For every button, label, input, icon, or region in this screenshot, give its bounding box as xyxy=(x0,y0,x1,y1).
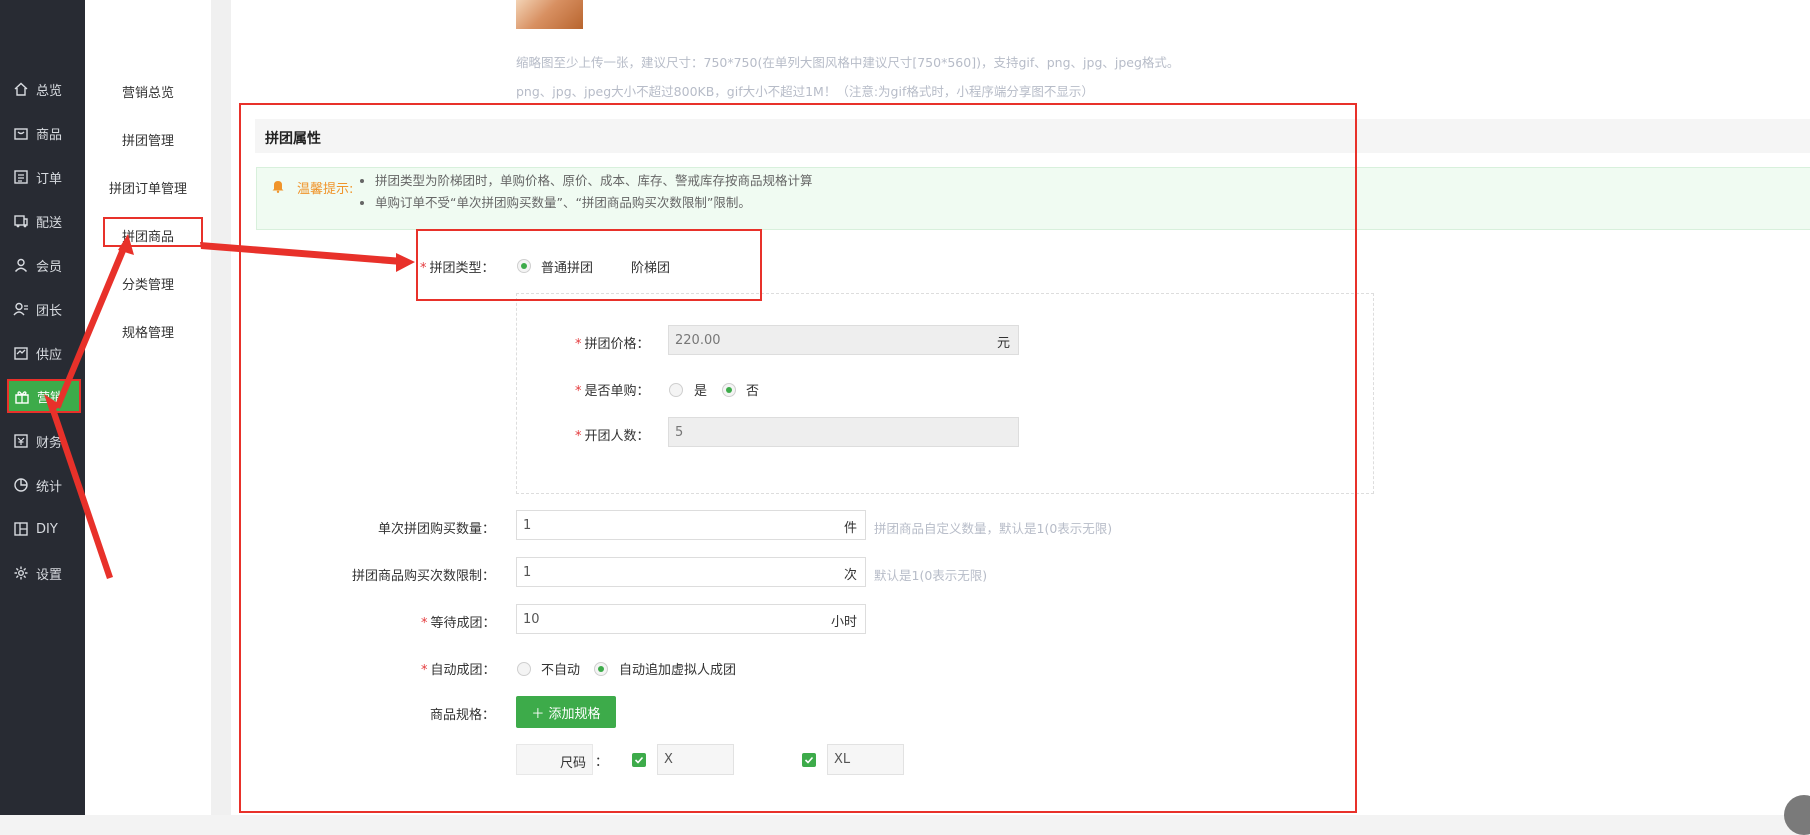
radio-tiered-group-label[interactable]: 阶梯团 xyxy=(631,257,670,276)
group-type-label: * 拼团类型： xyxy=(420,261,495,276)
radio-normal-group[interactable] xyxy=(517,259,531,273)
nav-item-label: 总览 xyxy=(36,83,63,99)
home-icon xyxy=(13,81,29,97)
gift-icon xyxy=(14,389,30,405)
image-hint-line1: 缩略图至少上传一张，建议尺寸：750*750(在单列大图风格中建议尺寸[750*… xyxy=(516,55,1180,70)
image-hint-line2: png、jpg、jpeg大小不超过800KB，gif大小不超过1M！（注意:为g… xyxy=(516,84,1094,99)
section-header: 拼团属性 xyxy=(255,119,1810,153)
purchase-limit-label: 拼团商品购买次数限制： xyxy=(352,569,496,584)
per-order-qty-label: 单次拼团购买数量： xyxy=(378,522,496,537)
auto-group-label: * 自动成团： xyxy=(421,663,496,678)
nav-item-overview[interactable]: 总览 xyxy=(0,73,85,105)
radio-single-buy-yes[interactable] xyxy=(669,383,683,397)
main-nav: 总览 商品 订单 配送 会员 团长 供应 营销 财务 统计 DIY 设置 xyxy=(0,0,85,815)
submenu-item-specs[interactable]: 规格管理 xyxy=(85,322,211,341)
purchase-limit-input[interactable]: 1 次 xyxy=(516,557,866,587)
nav-item-label: 营销 xyxy=(37,391,64,406)
menu-divider xyxy=(211,0,231,815)
radio-auto-group-virtual-label[interactable]: 自动追加虚拟人成团 xyxy=(619,659,736,678)
nav-item-label: 订单 xyxy=(36,171,63,187)
nav-item-label: 会员 xyxy=(36,259,63,275)
nav-item-delivery[interactable]: 配送 xyxy=(0,205,85,237)
gear-icon xyxy=(13,565,29,581)
nav-item-diy[interactable]: DIY xyxy=(0,513,85,545)
group-price-input[interactable]: 220.00 元 xyxy=(668,325,1019,355)
submenu-item-overview[interactable]: 营销总览 xyxy=(85,82,211,101)
finance-icon xyxy=(13,433,29,449)
notice-box: 温馨提示: 拼团类型为阶梯团时，单购价格、原价、成本、库存、警戒库存按商品规格计… xyxy=(256,167,1810,230)
notice-item: 单购订单不受“单次拼团购买数量”、“拼团商品购买次数限制”限制。 xyxy=(375,192,813,214)
submenu-item-group-orders[interactable]: 拼团订单管理 xyxy=(85,178,211,197)
radio-auto-group-virtual[interactable] xyxy=(594,662,608,676)
radio-auto-group-no-label[interactable]: 不自动 xyxy=(541,659,580,678)
member-icon xyxy=(13,257,29,273)
nav-item-label: 统计 xyxy=(36,479,63,495)
single-buy-label: * 是否单购： xyxy=(575,384,650,399)
order-icon xyxy=(13,169,29,185)
group-price-label: * 拼团价格： xyxy=(575,337,650,352)
supply-icon xyxy=(13,345,29,361)
nav-item-label: 团长 xyxy=(36,303,63,319)
radio-auto-group-no[interactable] xyxy=(517,662,531,676)
notice-list: 拼团类型为阶梯团时，单购价格、原价、成本、库存、警戒库存按商品规格计算 单购订单… xyxy=(355,170,813,214)
delivery-icon xyxy=(13,213,29,229)
group-size-label: * 开团人数： xyxy=(575,429,650,444)
radio-single-buy-no-label[interactable]: 否 xyxy=(746,380,759,399)
nav-item-label: 商品 xyxy=(36,127,63,143)
wait-time-input[interactable]: 10 小时 xyxy=(516,604,866,634)
nav-item-label: 供应 xyxy=(36,347,63,363)
scroll-to-top-button[interactable] xyxy=(1784,795,1810,835)
specs-label: 商品规格： xyxy=(430,708,496,723)
nav-item-settings[interactable]: 设置 xyxy=(0,557,85,589)
nav-item-members[interactable]: 会员 xyxy=(0,249,85,281)
spec-value-checkbox-xl[interactable] xyxy=(802,753,816,767)
group-size-input[interactable]: 5 xyxy=(668,417,1019,447)
nav-item-supply[interactable]: 供应 xyxy=(0,337,85,369)
submenu: 营销总览 拼团管理 拼团订单管理 拼团商品 分类管理 规格管理 xyxy=(85,0,211,815)
per-order-qty-hint: 拼团商品自定义数量，默认是1(0表示无限) xyxy=(874,521,1113,536)
spec-value-x[interactable]: X xyxy=(657,744,734,775)
submenu-item-category[interactable]: 分类管理 xyxy=(85,274,211,293)
nav-item-orders[interactable]: 订单 xyxy=(0,161,85,193)
nav-item-marketing[interactable]: 营销 xyxy=(8,381,81,412)
spec-name-field[interactable]: 尺码 xyxy=(516,744,593,775)
section-title: 拼团属性 xyxy=(265,131,321,147)
per-order-qty-input[interactable]: 1 件 xyxy=(516,510,866,540)
product-thumbnail[interactable] xyxy=(516,0,583,29)
spec-value-checkbox-x[interactable] xyxy=(632,753,646,767)
wait-time-label: * 等待成团： xyxy=(421,616,496,631)
nav-item-leaders[interactable]: 团长 xyxy=(0,293,85,325)
radio-single-buy-yes-label[interactable]: 是 xyxy=(694,380,707,399)
nav-item-label: 设置 xyxy=(36,567,63,583)
nav-item-label: 财务 xyxy=(36,435,63,451)
add-spec-button[interactable]: ＋ 添加规格 xyxy=(516,696,616,728)
spec-colon: ： xyxy=(595,755,609,770)
leader-icon xyxy=(13,301,29,317)
pie-chart-icon xyxy=(13,477,29,493)
submenu-item-group-manage[interactable]: 拼团管理 xyxy=(85,130,211,149)
spec-value-xl[interactable]: XL xyxy=(827,744,904,775)
layout-icon xyxy=(13,521,29,537)
notice-title: 温馨提示: xyxy=(297,182,354,197)
submenu-item-group-goods[interactable]: 拼团商品 xyxy=(85,226,211,245)
nav-item-stats[interactable]: 统计 xyxy=(0,469,85,501)
notice-item: 拼团类型为阶梯团时，单购价格、原价、成本、库存、警戒库存按商品规格计算 xyxy=(375,170,813,192)
goods-icon xyxy=(13,125,29,141)
bell-icon xyxy=(271,178,285,193)
nav-item-label: DIY xyxy=(36,521,58,537)
radio-normal-group-label[interactable]: 普通拼团 xyxy=(541,257,593,276)
nav-item-label: 配送 xyxy=(36,215,63,231)
nav-item-finance[interactable]: 财务 xyxy=(0,425,85,457)
nav-item-goods[interactable]: 商品 xyxy=(0,117,85,149)
purchase-limit-hint: 默认是1(0表示无限) xyxy=(874,568,988,583)
radio-single-buy-no[interactable] xyxy=(722,383,736,397)
